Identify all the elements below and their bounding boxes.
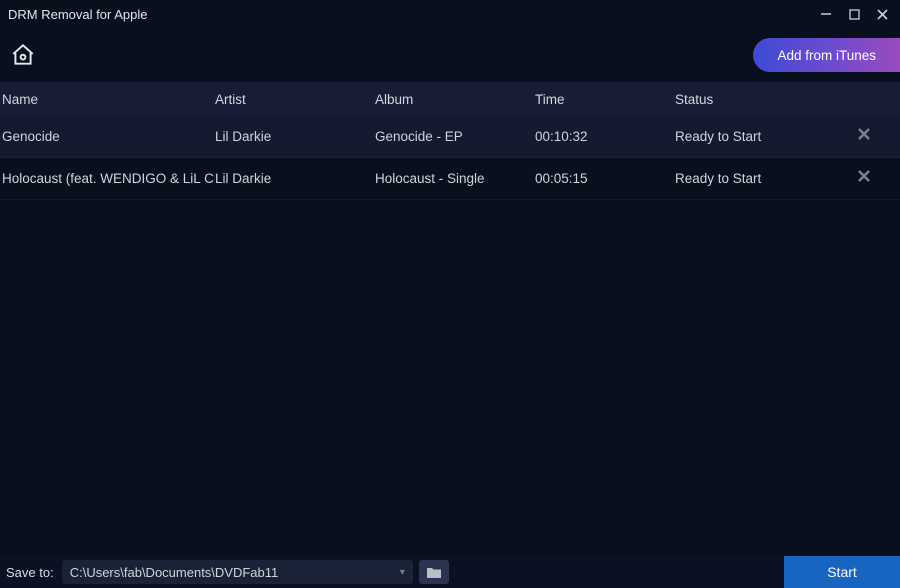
remove-row-button[interactable]: [857, 169, 871, 188]
table-body: Genocide Lil Darkie Genocide - EP 00:10:…: [0, 116, 900, 200]
cell-status: Ready to Start: [675, 129, 830, 144]
table-row[interactable]: Genocide Lil Darkie Genocide - EP 00:10:…: [0, 116, 900, 158]
cell-status: Ready to Start: [675, 171, 830, 186]
start-button[interactable]: Start: [784, 556, 900, 588]
save-path-input[interactable]: C:\Users\fab\Documents\DVDFab11 ▾: [62, 560, 413, 584]
add-from-itunes-button[interactable]: Add from iTunes: [753, 38, 900, 72]
cell-album: Genocide - EP: [375, 129, 535, 144]
table-row[interactable]: Holocaust (feat. WENDIGO & LiL CU Lil Da…: [0, 158, 900, 200]
cell-time: 00:10:32: [535, 129, 675, 144]
home-button[interactable]: [8, 40, 38, 70]
cell-album: Holocaust - Single: [375, 171, 535, 186]
col-name[interactable]: Name: [0, 92, 215, 107]
browse-folder-button[interactable]: [419, 560, 449, 584]
col-album[interactable]: Album: [375, 92, 535, 107]
cell-time: 00:05:15: [535, 171, 675, 186]
toolbar: Add from iTunes: [0, 28, 900, 82]
cell-name: Genocide: [0, 129, 215, 144]
table-header-row: Name Artist Album Time Status: [0, 82, 900, 116]
cell-artist: Lil Darkie: [215, 171, 375, 186]
col-status[interactable]: Status: [675, 92, 830, 107]
maximize-button[interactable]: [840, 2, 868, 26]
save-to-label: Save to:: [6, 565, 54, 580]
col-time[interactable]: Time: [535, 92, 675, 107]
save-path-value: C:\Users\fab\Documents\DVDFab11: [70, 565, 279, 580]
col-artist[interactable]: Artist: [215, 92, 375, 107]
titlebar: DRM Removal for Apple: [0, 0, 900, 28]
track-table: Name Artist Album Time Status Genocide L…: [0, 82, 900, 200]
app-title: DRM Removal for Apple: [8, 7, 147, 22]
close-button[interactable]: [868, 2, 896, 26]
add-button-label: Add from iTunes: [777, 48, 876, 63]
cell-artist: Lil Darkie: [215, 129, 375, 144]
minimize-button[interactable]: [812, 2, 840, 26]
start-button-label: Start: [827, 564, 857, 580]
empty-area: [0, 200, 900, 556]
footer: Save to: C:\Users\fab\Documents\DVDFab11…: [0, 556, 900, 588]
path-dropdown-icon[interactable]: ▾: [400, 567, 405, 578]
cell-name: Holocaust (feat. WENDIGO & LiL CU: [0, 171, 215, 186]
remove-row-button[interactable]: [857, 127, 871, 146]
